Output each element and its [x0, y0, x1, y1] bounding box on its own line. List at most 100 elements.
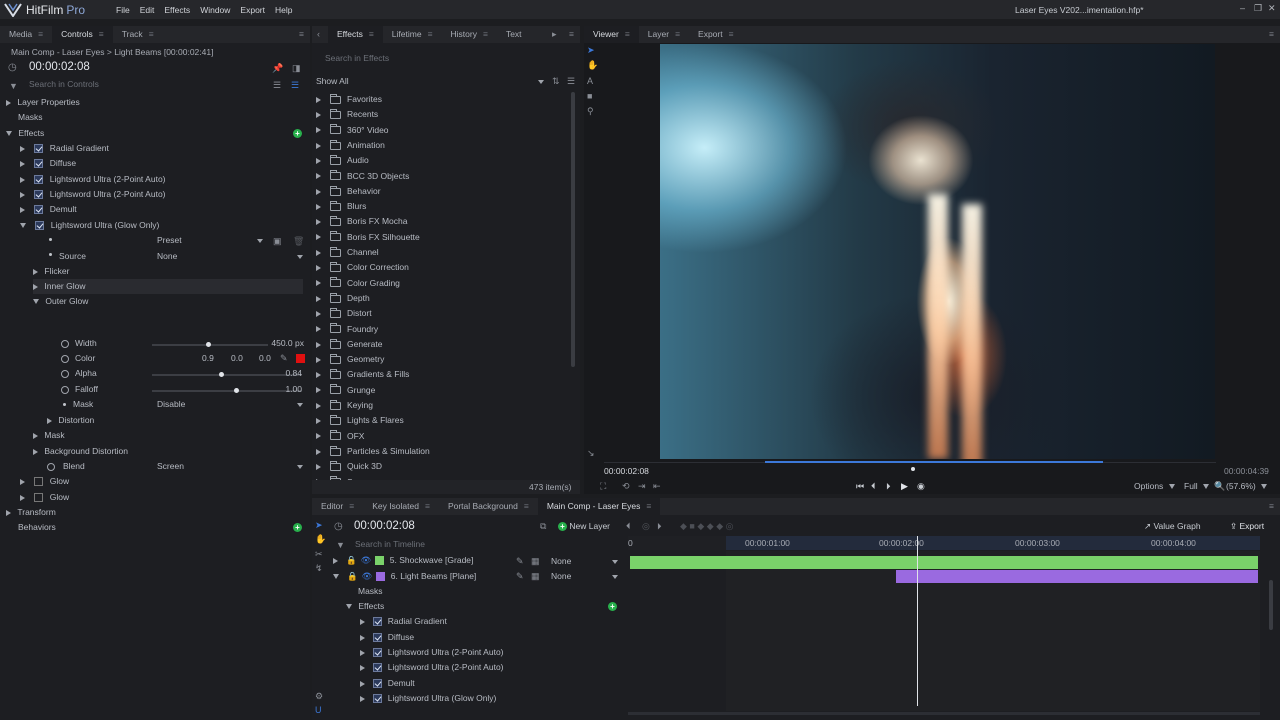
- layer-color-swatch[interactable]: [376, 572, 386, 582]
- slider-handle[interactable]: [218, 372, 224, 377]
- expand-icon[interactable]: [33, 268, 38, 275]
- magnet-icon[interactable]: U: [315, 705, 322, 715]
- expand-icon[interactable]: [20, 478, 25, 485]
- mask-dropdown[interactable]: Disable: [157, 398, 303, 411]
- timeline-effects[interactable]: Effects: [346, 599, 384, 614]
- effect-category-item[interactable]: Color Grading: [316, 276, 400, 291]
- tab-menu-icon[interactable]: ≡: [99, 29, 104, 39]
- layer-blend-dropdown[interactable]: None: [551, 555, 618, 568]
- effect-enable-checkbox[interactable]: [34, 159, 44, 169]
- snap-icon[interactable]: ↘: [587, 448, 595, 459]
- expand-icon[interactable]: [316, 433, 321, 440]
- expand-icon[interactable]: [316, 280, 321, 287]
- expand-icon[interactable]: [316, 402, 321, 409]
- timeline-h-scrollbar[interactable]: [628, 712, 1260, 715]
- hand-tool-icon[interactable]: ✋: [587, 60, 598, 71]
- expand-icon[interactable]: [316, 112, 321, 119]
- viewer-current-timecode[interactable]: 00:00:02:08: [604, 466, 649, 476]
- lock-icon[interactable]: 🔒: [347, 571, 358, 581]
- expand-icon[interactable]: [360, 634, 365, 641]
- tree-mask[interactable]: Mask: [33, 428, 65, 443]
- expand-icon[interactable]: [360, 618, 365, 625]
- timeline-scrollbar[interactable]: [1269, 580, 1273, 630]
- play-icon[interactable]: ▶: [901, 481, 908, 492]
- tree-transform[interactable]: Transform: [6, 505, 56, 520]
- tree-effect-lightsword-1[interactable]: Lightsword Ultra (2-Point Auto): [20, 172, 166, 187]
- effect-category-item[interactable]: Particles & Simulation: [316, 444, 430, 459]
- expand-icon[interactable]: [316, 448, 321, 455]
- timeline-playhead[interactable]: [917, 536, 919, 706]
- expand-icon[interactable]: [316, 188, 321, 195]
- clip-shockwave[interactable]: [630, 556, 1258, 569]
- layer-settings-icon[interactable]: ▦: [531, 571, 540, 582]
- effect-category-item[interactable]: Audio: [316, 153, 369, 168]
- step-forward-icon[interactable]: ⏵: [886, 481, 891, 492]
- effect-enable-checkbox[interactable]: [373, 679, 383, 689]
- blend-dropdown[interactable]: Screen: [157, 460, 303, 473]
- text-tool-icon[interactable]: A: [587, 76, 593, 86]
- expand-icon[interactable]: [360, 695, 365, 702]
- color-g-value[interactable]: 0.0: [231, 351, 243, 366]
- timeline-effect-item[interactable]: Demult: [360, 676, 415, 691]
- tree-distortion[interactable]: Distortion: [47, 413, 94, 428]
- expand-icon[interactable]: [316, 234, 321, 241]
- keyframe-icon[interactable]: [61, 386, 69, 394]
- tab-menu-icon[interactable]: ≡: [425, 501, 430, 511]
- menu-help[interactable]: Help: [275, 5, 292, 15]
- tree-masks[interactable]: Masks: [18, 110, 43, 125]
- export-button[interactable]: ⇪ Export: [1230, 521, 1264, 532]
- expand-icon[interactable]: [316, 463, 321, 470]
- list-view-icon[interactable]: ☰: [567, 76, 575, 87]
- pin-icon[interactable]: 📌: [272, 63, 283, 74]
- mark-in-icon[interactable]: ⇥: [638, 481, 646, 492]
- tab-menu-icon[interactable]: ≡: [483, 29, 488, 39]
- tree-layer-properties[interactable]: Layer Properties: [6, 95, 80, 110]
- effect-category-item[interactable]: Boris FX Mocha: [316, 214, 407, 229]
- alpha-value[interactable]: 0.84: [260, 366, 302, 381]
- keyframe-icon[interactable]: [47, 463, 55, 471]
- expand-icon[interactable]: [33, 283, 38, 290]
- tab-menu-icon[interactable]: ≡: [428, 29, 433, 39]
- edit-icon[interactable]: ✎: [516, 556, 524, 567]
- expand-icon[interactable]: [6, 509, 11, 516]
- panel-menu-icon[interactable]: ≡: [569, 29, 574, 39]
- tab-menu-icon[interactable]: ≡: [349, 501, 354, 511]
- tree-effect-demult[interactable]: Demult: [20, 202, 77, 217]
- panel-menu-icon[interactable]: ≡: [299, 29, 304, 39]
- expand-icon[interactable]: [316, 356, 321, 363]
- add-effect-icon[interactable]: +: [293, 129, 302, 138]
- effect-category-item[interactable]: Color Correction: [316, 260, 409, 275]
- collapse-icon[interactable]: [20, 223, 26, 229]
- panel-menu-icon[interactable]: ≡: [1269, 501, 1274, 511]
- slice-tool-icon[interactable]: ✂: [315, 549, 323, 560]
- tree-effect-glow-2[interactable]: Glow: [20, 490, 69, 505]
- save-preset-icon[interactable]: ▣: [273, 236, 282, 247]
- skip-start-icon[interactable]: ⏮: [856, 481, 864, 492]
- viewer-quality-dropdown[interactable]: Full: [1184, 481, 1210, 491]
- source-dropdown[interactable]: None: [157, 250, 303, 263]
- tree-effect-lightsword-2[interactable]: Lightsword Ultra (2-Point Auto): [20, 187, 166, 202]
- tab-menu-icon[interactable]: ≡: [675, 29, 680, 39]
- effect-category-item[interactable]: Blurs: [316, 199, 366, 214]
- effect-enable-checkbox[interactable]: [373, 617, 383, 627]
- expand-icon[interactable]: [20, 145, 25, 152]
- ripple-tool-icon[interactable]: ↯: [315, 563, 323, 574]
- timeline-effect-item[interactable]: Diffuse: [360, 630, 414, 645]
- tab-text[interactable]: Text: [497, 26, 531, 43]
- expand-icon[interactable]: [316, 387, 321, 394]
- expand-icon[interactable]: [316, 326, 321, 333]
- timeline-effect-item[interactable]: Radial Gradient: [360, 614, 447, 629]
- menu-effects[interactable]: Effects: [164, 5, 190, 15]
- tree-effect-glow-1[interactable]: Glow: [20, 474, 69, 489]
- color-b-value[interactable]: 0.0: [259, 351, 271, 366]
- effect-category-item[interactable]: Generate: [316, 337, 382, 352]
- sort-icon[interactable]: ⇅: [552, 76, 560, 87]
- edit-icon[interactable]: ✎: [516, 571, 524, 582]
- layer-row-shockwave[interactable]: 🔒 👁 5. Shockwave [Grade]: [333, 553, 473, 568]
- collapse-icon[interactable]: [346, 604, 352, 610]
- tree-outer-glow[interactable]: Outer Glow: [33, 294, 88, 309]
- viewer-options-dropdown[interactable]: Options: [1134, 481, 1175, 491]
- tab-layer[interactable]: Layer ≡: [639, 26, 689, 43]
- expand-icon[interactable]: [20, 160, 25, 167]
- tab-main-comp[interactable]: Main Comp - Laser Eyes ≡: [537, 498, 661, 515]
